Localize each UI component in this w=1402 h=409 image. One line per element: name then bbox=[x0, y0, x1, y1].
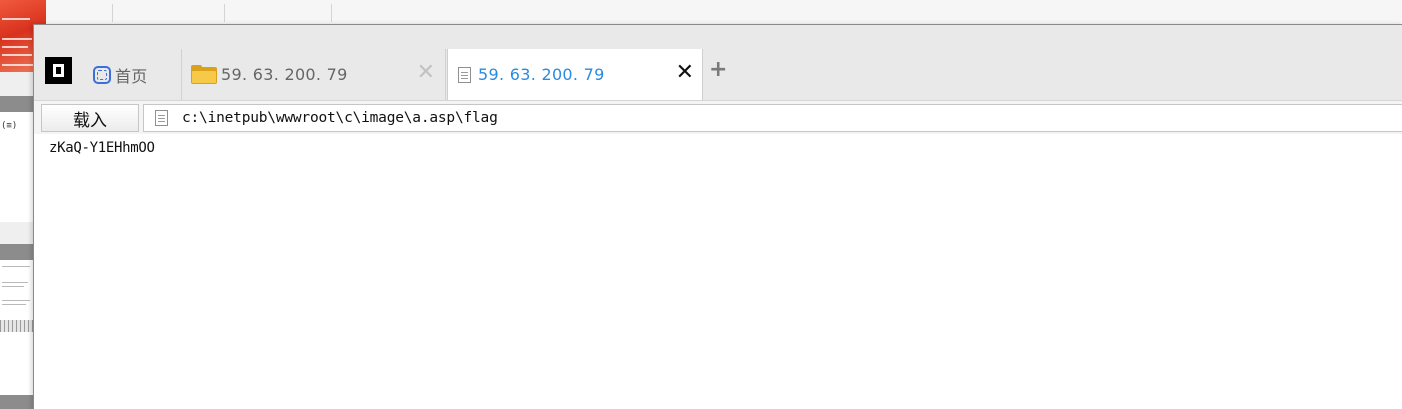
background-document-page bbox=[0, 260, 33, 409]
home-icon bbox=[93, 65, 111, 84]
tab-label: 首页 bbox=[115, 66, 148, 86]
new-tab-button[interactable]: + bbox=[709, 59, 727, 81]
background-text: (≡) bbox=[1, 121, 18, 131]
background-separator bbox=[0, 96, 33, 112]
app-logo-icon[interactable] bbox=[45, 57, 72, 84]
background-window-titlebar bbox=[0, 0, 1402, 25]
desktop: (≡) 首页 59. 63. 200. 79 ✕ 59. 63. 200. 79… bbox=[0, 0, 1402, 409]
tab-home[interactable]: 首页 bbox=[85, 49, 180, 100]
file-content-text: zKaQ-Y1EHhmOO bbox=[49, 140, 155, 156]
tab-label: 59. 63. 200. 79 bbox=[478, 65, 605, 84]
folder-icon bbox=[191, 65, 217, 84]
tab-active-document[interactable]: 59. 63. 200. 79 ✕ bbox=[447, 49, 703, 100]
path-text: c:\inetpub\wwwroot\c\image\a.asp\flag bbox=[182, 110, 498, 126]
tab-bar: 首页 59. 63. 200. 79 ✕ 59. 63. 200. 79 ✕ + bbox=[34, 25, 1402, 100]
address-bar: 载入 c:\inetpub\wwwroot\c\image\a.asp\flag bbox=[34, 100, 1402, 136]
document-icon bbox=[155, 110, 168, 126]
file-content-area[interactable]: zKaQ-Y1EHhmOO bbox=[34, 134, 1402, 409]
background-table bbox=[0, 320, 33, 332]
load-button[interactable]: 载入 bbox=[41, 104, 139, 132]
divider bbox=[112, 4, 113, 22]
browser-window: 首页 59. 63. 200. 79 ✕ 59. 63. 200. 79 ✕ +… bbox=[33, 24, 1402, 409]
close-tab-icon[interactable]: ✕ bbox=[676, 62, 694, 84]
background-window-sidebar: (≡) bbox=[0, 0, 46, 409]
tab-folder[interactable]: 59. 63. 200. 79 ✕ bbox=[181, 49, 446, 100]
divider bbox=[224, 4, 225, 22]
background-separator bbox=[0, 395, 33, 409]
divider bbox=[331, 4, 332, 22]
background-separator bbox=[0, 244, 33, 260]
document-icon bbox=[458, 66, 471, 83]
path-input[interactable]: c:\inetpub\wwwroot\c\image\a.asp\flag bbox=[143, 104, 1402, 132]
close-tab-icon[interactable]: ✕ bbox=[417, 62, 435, 84]
tab-label: 59. 63. 200. 79 bbox=[221, 65, 348, 84]
